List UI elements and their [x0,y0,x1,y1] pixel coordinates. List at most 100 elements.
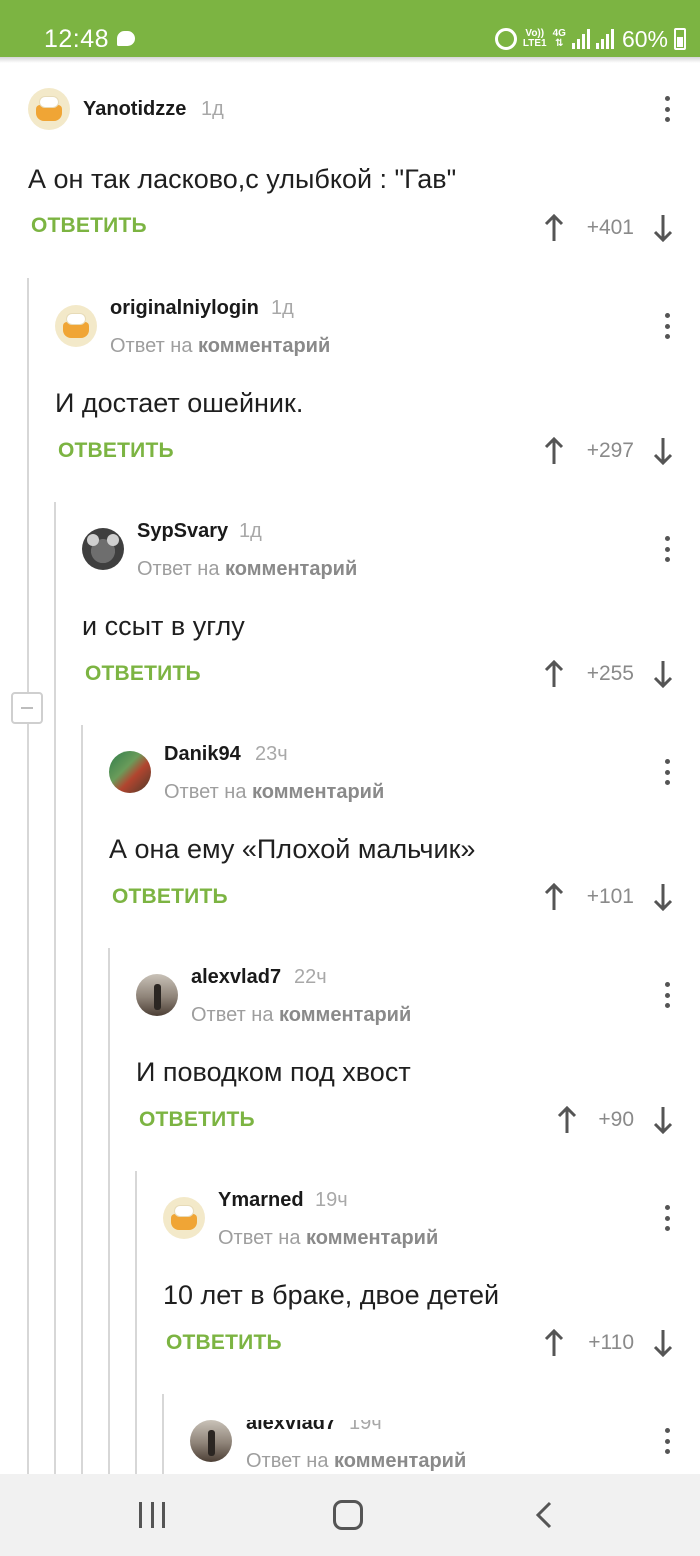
status-bar: 12:48 Vo)) LTE1 4G ⇅ 60% [0,0,700,57]
vote-score: +101 [586,885,634,908]
reply-button[interactable]: ОТВЕТИТЬ [139,1108,255,1132]
arrow-down-icon[interactable] [652,883,674,911]
comment-text: А он так ласково,с улыбкой : "Гав" [28,164,457,194]
arrow-down-icon[interactable] [652,437,674,465]
comment-time: 1д [271,297,294,319]
comment-author[interactable]: Ymarned [218,1189,304,1212]
comment-author[interactable]: alexvlad7 [191,966,281,989]
reply-button[interactable]: ОТВЕТИТЬ [58,439,174,463]
reply-to-prefix: Ответ на [137,558,220,580]
reply-to-label: Ответ на комментарий [110,335,330,358]
vote-score: +110 [588,1331,634,1354]
thread-line [135,1171,137,1474]
comment-time: 1д [201,98,224,120]
reply-to-label: Ответ на комментарий [137,558,357,581]
vote-score: +401 [586,216,634,239]
reply-to-label: Ответ на комментарий [191,1004,411,1027]
reply-button[interactable]: ОТВЕТИТЬ [166,1331,282,1355]
comment-time: 19ч [315,1189,348,1211]
reply-to-label: Ответ на комментарий [218,1227,438,1250]
reply-to-link[interactable]: комментарий [225,558,357,580]
system-navigation-bar [0,1474,700,1556]
more-vertical-icon[interactable] [664,759,670,785]
status-time: 12:48 [44,25,110,53]
reply-button[interactable]: ОТВЕТИТЬ [85,662,201,686]
status-icons: Vo)) LTE1 4G ⇅ 60% [494,24,686,54]
thread-line [81,725,83,1474]
arrow-down-icon[interactable] [652,1329,674,1357]
more-vertical-icon[interactable] [664,982,670,1008]
photo-avatar[interactable] [190,1420,232,1462]
vote-score: +90 [598,1108,634,1131]
thread-line [54,502,56,1474]
reply-button[interactable]: ОТВЕТИТЬ [112,885,228,909]
reply-button[interactable]: ОТВЕТИТЬ [31,214,147,238]
more-vertical-icon[interactable] [664,1428,670,1454]
reply-to-prefix: Ответ на [191,1004,274,1026]
home-icon[interactable] [333,1500,363,1530]
more-vertical-icon[interactable] [664,1205,670,1231]
comment-author[interactable]: Yanotidzze [83,98,186,121]
koala-avatar[interactable] [82,528,124,570]
comment-author[interactable]: Danik94 [164,743,241,766]
reply-to-link[interactable]: комментарий [198,335,330,357]
alarm-icon [494,28,517,50]
arrow-down-icon[interactable] [652,660,674,688]
signal-strength-icon-2 [595,29,614,49]
comment-text: А она ему «Плохой мальчик» [109,834,476,864]
arrow-up-icon[interactable] [543,437,565,465]
recent-apps-icon[interactable] [139,1502,165,1528]
comment-time: 23ч [255,743,288,765]
photo-avatar[interactable] [109,751,151,793]
default-avatar[interactable] [163,1197,205,1239]
arrow-up-icon[interactable] [543,214,565,242]
arrow-up-icon[interactable] [543,660,565,688]
comment: Yanotidzze 1д А он так ласково,с улыбкой… [28,88,700,258]
reply-to-link[interactable]: комментарий [334,1450,466,1472]
default-avatar[interactable] [28,88,70,130]
chat-notification-icon [117,31,135,46]
battery-percent: 60% [621,25,668,52]
comment: alexvlad7 22ч Ответ на комментарий И пов… [136,966,700,1144]
toolbar-shadow [0,57,700,63]
arrow-up-icon[interactable] [543,1329,565,1357]
reply-to-prefix: Ответ на [218,1227,301,1249]
data-arrows-icon: ⇅ [555,38,564,49]
comment-author[interactable]: SypSvary [137,520,228,543]
comment-time: 22ч [294,966,327,988]
reply-to-label: Ответ на комментарий [246,1450,466,1473]
comment-text: и ссыт в углу [82,611,245,641]
more-vertical-icon[interactable] [664,536,670,562]
comment: SypSvary 1д Ответ на комментарий и ссыт … [82,520,700,698]
arrow-up-icon[interactable] [543,883,565,911]
comment-text: И достает ошейник. [55,388,304,418]
reply-to-label: Ответ на комментарий [164,781,384,804]
more-vertical-icon[interactable] [664,96,670,122]
comment-author[interactable]: originalniylogin [110,297,259,320]
reply-to-link[interactable]: комментарий [252,781,384,803]
reply-to-link[interactable]: комментарий [279,1004,411,1026]
default-avatar[interactable] [55,305,97,347]
comment: Ymarned 19ч Ответ на комментарий 10 лет … [163,1189,700,1367]
more-vertical-icon[interactable] [664,313,670,339]
collapse-thread-icon[interactable] [11,692,43,724]
photo-avatar[interactable] [136,974,178,1016]
thread-line [162,1394,164,1474]
vote-score: +297 [586,439,634,462]
comment-time: 19ч [349,1420,382,1434]
back-icon[interactable] [530,1500,560,1530]
arrow-down-icon[interactable] [652,214,674,242]
battery-icon [674,28,686,50]
thread-line [108,948,110,1474]
comment-text: И поводком под хвост [136,1057,411,1087]
arrow-down-icon[interactable] [652,1106,674,1134]
comment: alexvlad7 19ч Ответ на комментарий [190,1420,700,1474]
lte-label: LTE1 [522,38,547,49]
network-type-indicator: 4G ⇅ [553,29,566,49]
reply-to-prefix: Ответ на [110,335,193,357]
reply-to-prefix: Ответ на [164,781,247,803]
reply-to-link[interactable]: комментарий [306,1227,438,1249]
volte-indicator: Vo)) LTE1 [523,29,547,49]
comment: Danik94 23ч Ответ на комментарий А она е… [109,743,700,921]
comment-author[interactable]: alexvlad7 [246,1420,336,1435]
